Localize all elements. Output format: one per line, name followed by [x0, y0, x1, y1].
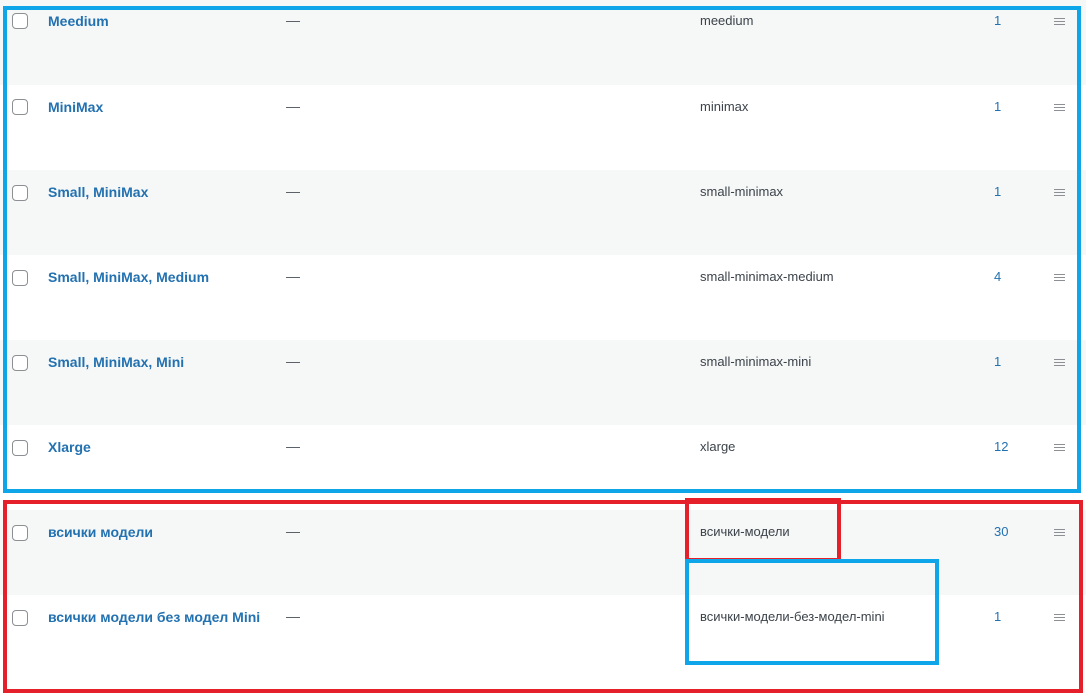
drag-handle-icon[interactable] [1054, 189, 1065, 196]
term-description: — [286, 268, 300, 284]
table-row: Meedium — meedium 1 [0, 0, 1086, 85]
term-count-link[interactable]: 1 [994, 354, 1001, 369]
table-row: всички модели — всички-модели 30 [0, 510, 1086, 595]
term-count-link[interactable]: 1 [994, 13, 1001, 28]
table-row: MiniMax — minimax 1 [0, 85, 1086, 170]
term-slug: minimax [700, 99, 749, 114]
terms-table: Meedium — meedium 1 MiniMax — minimax 1 … [0, 0, 1086, 696]
term-slug: small-minimax [700, 184, 784, 199]
term-slug: всички-модели [700, 524, 790, 539]
term-name-link[interactable]: Xlarge [48, 436, 268, 458]
term-description: — [286, 12, 300, 28]
row-checkbox[interactable] [12, 13, 28, 29]
term-name-link[interactable]: MiniMax [48, 96, 268, 118]
term-slug: meedium [700, 13, 754, 28]
term-count-link[interactable]: 1 [994, 609, 1001, 624]
term-name-link[interactable]: Small, MiniMax, Medium [48, 266, 268, 288]
term-count-link[interactable]: 12 [994, 439, 1008, 454]
term-description: — [286, 183, 300, 199]
term-name-link[interactable]: Meedium [48, 10, 268, 32]
drag-handle-icon[interactable] [1054, 614, 1065, 621]
row-checkbox[interactable] [12, 270, 28, 286]
table-row: Small, MiniMax — small-minimax 1 [0, 170, 1086, 255]
row-checkbox[interactable] [12, 355, 28, 371]
drag-handle-icon[interactable] [1054, 104, 1065, 111]
table-row: всички модели без модел Mini — всички-мо… [0, 595, 1086, 696]
term-count-link[interactable]: 30 [994, 524, 1008, 539]
term-name-link[interactable]: всички модели [48, 521, 268, 543]
drag-handle-icon[interactable] [1054, 18, 1065, 25]
drag-handle-icon[interactable] [1054, 359, 1065, 366]
row-checkbox[interactable] [12, 99, 28, 115]
table-row: Small, MiniMax, Medium — small-minimax-m… [0, 255, 1086, 340]
term-description: — [286, 438, 300, 454]
term-slug: xlarge [700, 439, 736, 454]
drag-handle-icon[interactable] [1054, 529, 1065, 536]
term-name-link[interactable]: Small, MiniMax, Mini [48, 351, 268, 373]
row-checkbox[interactable] [12, 610, 28, 626]
term-count-link[interactable]: 1 [994, 184, 1001, 199]
drag-handle-icon[interactable] [1054, 444, 1065, 451]
term-slug: small-minimax-mini [700, 354, 812, 369]
term-description: — [286, 353, 300, 369]
table-row: Small, MiniMax, Mini — small-minimax-min… [0, 340, 1086, 425]
term-slug: small-minimax-medium [700, 269, 834, 284]
term-description: — [286, 523, 300, 539]
term-count-link[interactable]: 1 [994, 99, 1001, 114]
row-checkbox[interactable] [12, 525, 28, 541]
term-count-link[interactable]: 4 [994, 269, 1001, 284]
term-slug: всички-модели-без-модел-mini [700, 609, 885, 624]
row-checkbox[interactable] [12, 185, 28, 201]
drag-handle-icon[interactable] [1054, 274, 1065, 281]
row-checkbox[interactable] [12, 440, 28, 456]
term-description: — [286, 608, 300, 624]
term-name-link[interactable]: всички модели без модел Mini [48, 606, 268, 628]
term-name-link[interactable]: Small, MiniMax [48, 181, 268, 203]
table-row: Xlarge — xlarge 12 [0, 425, 1086, 510]
term-description: — [286, 98, 300, 114]
